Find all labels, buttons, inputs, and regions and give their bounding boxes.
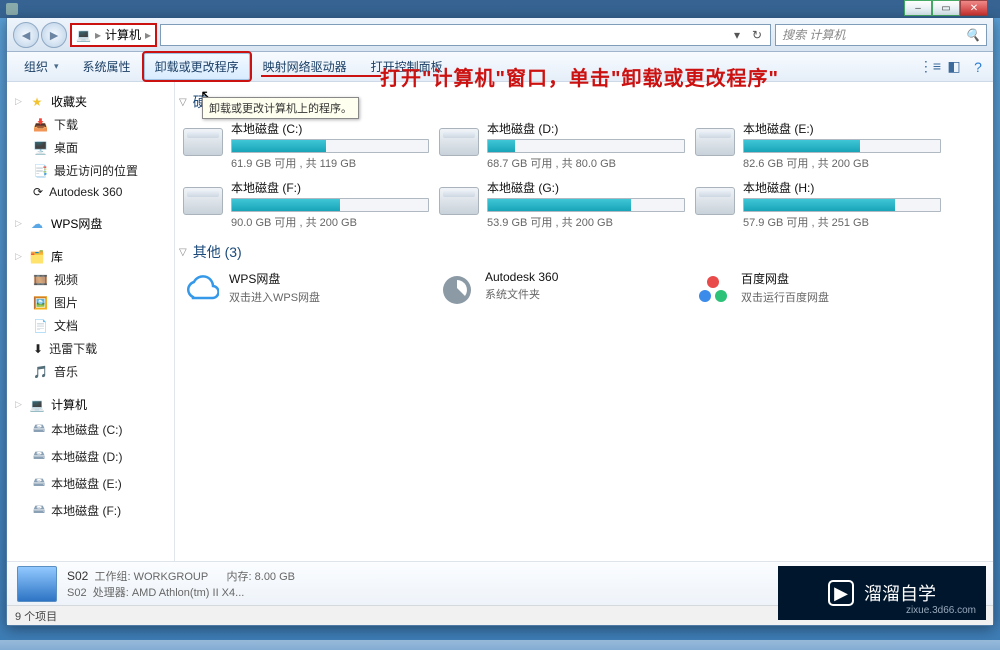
drive-name: 本地磁盘 (F:) <box>231 179 429 196</box>
other-icon <box>437 270 477 310</box>
main-content: ▽硬 本地磁盘 (C:) 61.9 GB 可用 , 共 119 GB 本地磁盘 … <box>175 82 993 561</box>
other-item[interactable]: 百度网盘 双击运行百度网盘 <box>691 268 943 312</box>
computer-name: S02 <box>67 569 88 583</box>
annotation-line <box>261 75 381 77</box>
other-subtitle: 系统文件夹 <box>485 286 558 302</box>
search-input[interactable]: 搜索 计算机 🔍 <box>775 24 987 46</box>
drive-icon <box>437 179 481 223</box>
other-icon <box>181 270 221 310</box>
sidebar-wps[interactable]: ▷☁WPS网盘 <box>7 212 174 235</box>
help-icon[interactable]: ? <box>969 58 987 76</box>
nav-row: ◄ ► 💻 ▸ 计算机 ▸ ▾ ↻ 搜索 计算机 🔍 <box>7 18 993 52</box>
drive-item[interactable]: 本地磁盘 (H:) 57.9 GB 可用 , 共 251 GB <box>691 177 943 232</box>
drive-icon <box>181 120 225 164</box>
drive-usage-bar <box>231 139 429 153</box>
sidebar: ▷★收藏夹 📥下载 🖥️桌面 📑最近访问的位置 ⟳Autodesk 360 ▷☁… <box>7 82 175 561</box>
sidebar-libraries[interactable]: ▷🗂️库 <box>7 245 174 268</box>
sidebar-item-drive-c[interactable]: 🖴本地磁盘 (C:) <box>7 416 174 443</box>
drive-icon <box>693 120 737 164</box>
annotation-text: 打开"计算机"窗口，单击"卸载或更改程序" <box>380 62 779 91</box>
drive-item[interactable]: 本地磁盘 (F:) 90.0 GB 可用 , 共 200 GB <box>179 177 431 232</box>
explorer-window: ◄ ► 💻 ▸ 计算机 ▸ ▾ ↻ 搜索 计算机 🔍 组织 系统属性 卸载或更改… <box>6 18 994 626</box>
drive-usage-bar <box>487 139 685 153</box>
system-properties-button[interactable]: 系统属性 <box>72 53 142 80</box>
other-subtitle: 双击运行百度网盘 <box>741 289 829 305</box>
other-section-header[interactable]: ▽其他 (3) <box>179 238 985 268</box>
maximize-button[interactable]: ▭ <box>932 0 960 16</box>
sidebar-favorites[interactable]: ▷★收藏夹 <box>7 90 174 113</box>
drive-name: 本地磁盘 (G:) <box>487 179 685 196</box>
back-button[interactable]: ◄ <box>13 22 39 48</box>
sidebar-item-desktop[interactable]: 🖥️桌面 <box>7 136 174 159</box>
sidebar-item-pictures[interactable]: 🖼️图片 <box>7 291 174 314</box>
drive-item[interactable]: 本地磁盘 (E:) 82.6 GB 可用 , 共 200 GB <box>691 118 943 173</box>
drive-name: 本地磁盘 (C:) <box>231 120 429 137</box>
chevron-icon: ▸ <box>145 28 151 42</box>
forward-button[interactable]: ► <box>41 22 67 48</box>
play-icon: ▶ <box>828 580 854 606</box>
other-title: 百度网盘 <box>741 270 829 287</box>
address-bar-ext[interactable]: ▾ ↻ <box>160 24 771 46</box>
minimize-button[interactable]: – <box>904 0 932 16</box>
taskbar <box>0 0 1000 18</box>
drive-usage-bar <box>231 198 429 212</box>
sidebar-item-music[interactable]: 🎵音乐 <box>7 360 174 383</box>
sidebar-item-drive-e[interactable]: 🖴本地磁盘 (E:) <box>7 470 174 497</box>
drive-free-text: 82.6 GB 可用 , 共 200 GB <box>743 155 941 171</box>
sidebar-computer[interactable]: ▷💻计算机 <box>7 393 174 416</box>
close-button[interactable]: ✕ <box>960 0 988 16</box>
other-title: Autodesk 360 <box>485 270 558 284</box>
sidebar-item-downloads[interactable]: 📥下载 <box>7 113 174 136</box>
drive-free-text: 53.9 GB 可用 , 共 200 GB <box>487 214 685 230</box>
watermark: ▶ 溜溜自学 zixue.3d66.com <box>778 566 986 620</box>
sidebar-item-drive-d[interactable]: 🖴本地磁盘 (D:) <box>7 443 174 470</box>
search-placeholder: 搜索 计算机 <box>782 26 845 43</box>
other-item[interactable]: WPS网盘 双击进入WPS网盘 <box>179 268 431 312</box>
drive-usage-bar <box>487 198 685 212</box>
computer-icon: 💻 <box>76 28 91 42</box>
drive-icon <box>181 179 225 223</box>
window-buttons: – ▭ ✕ <box>904 0 988 18</box>
other-item[interactable]: Autodesk 360 系统文件夹 <box>435 268 687 312</box>
drive-item[interactable]: 本地磁盘 (C:) 61.9 GB 可用 , 共 119 GB <box>179 118 431 173</box>
computer-large-icon <box>17 566 57 602</box>
address-bar[interactable]: 💻 ▸ 计算机 ▸ <box>71 24 156 46</box>
other-icon <box>693 270 733 310</box>
bottom-taskbar <box>0 640 1000 650</box>
sidebar-item-documents[interactable]: 📄文档 <box>7 314 174 337</box>
sidebar-item-recent[interactable]: 📑最近访问的位置 <box>7 159 174 182</box>
preview-pane-icon[interactable]: ◧ <box>945 58 963 76</box>
other-subtitle: 双击进入WPS网盘 <box>229 289 320 305</box>
taskbar-icon <box>6 3 18 15</box>
drive-usage-bar <box>743 198 941 212</box>
refresh-icon[interactable]: ↻ <box>748 26 766 44</box>
drive-usage-bar <box>743 139 941 153</box>
tooltip: 卸载或更改计算机上的程序。 <box>202 97 359 119</box>
sidebar-item-xunlei[interactable]: ⬇迅雷下载 <box>7 337 174 360</box>
view-options-icon[interactable]: ⋮≡ <box>921 58 939 76</box>
drive-item[interactable]: 本地磁盘 (G:) 53.9 GB 可用 , 共 200 GB <box>435 177 687 232</box>
drive-icon <box>693 179 737 223</box>
drive-free-text: 57.9 GB 可用 , 共 251 GB <box>743 214 941 230</box>
sidebar-item-drive-f[interactable]: 🖴本地磁盘 (F:) <box>7 497 174 524</box>
other-title: WPS网盘 <box>229 270 320 287</box>
drive-free-text: 61.9 GB 可用 , 共 119 GB <box>231 155 429 171</box>
search-icon: 🔍 <box>965 28 980 42</box>
drive-icon <box>437 120 481 164</box>
chevron-icon: ▸ <box>95 28 101 42</box>
organize-button[interactable]: 组织 <box>13 53 70 80</box>
sidebar-item-videos[interactable]: 🎞️视频 <box>7 268 174 291</box>
drive-name: 本地磁盘 (H:) <box>743 179 941 196</box>
drive-free-text: 90.0 GB 可用 , 共 200 GB <box>231 214 429 230</box>
drive-item[interactable]: 本地磁盘 (D:) 68.7 GB 可用 , 共 80.0 GB <box>435 118 687 173</box>
drive-name: 本地磁盘 (D:) <box>487 120 685 137</box>
uninstall-programs-button[interactable]: 卸载或更改程序 <box>144 53 250 80</box>
dropdown-icon[interactable]: ▾ <box>728 26 746 44</box>
sidebar-item-autodesk[interactable]: ⟳Autodesk 360 <box>7 182 174 202</box>
drive-free-text: 68.7 GB 可用 , 共 80.0 GB <box>487 155 685 171</box>
drive-name: 本地磁盘 (E:) <box>743 120 941 137</box>
breadcrumb-root[interactable]: 计算机 <box>105 26 141 43</box>
